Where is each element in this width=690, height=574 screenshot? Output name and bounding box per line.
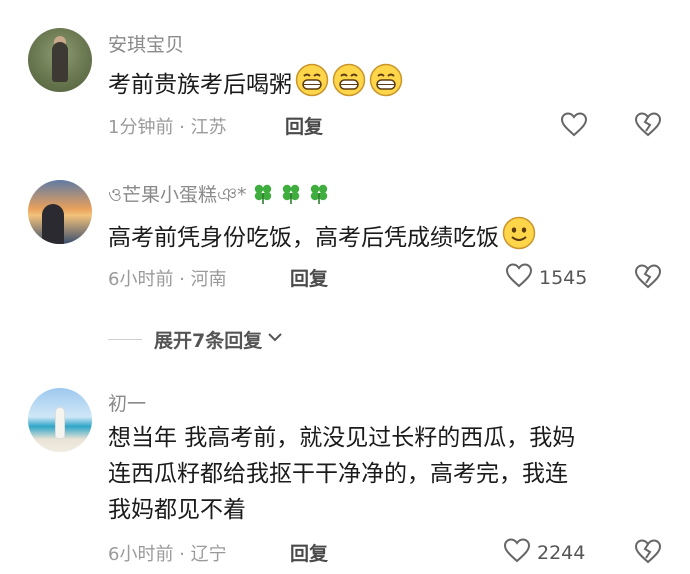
comment-text-line: 想当年 我高考前，就没见过长籽的西瓜，我妈 — [108, 425, 576, 451]
comment-username[interactable]: 初一 — [108, 389, 146, 416]
broken-heart-icon — [634, 539, 662, 568]
comment-username[interactable]: 安琪宝贝 — [108, 30, 184, 57]
like-count: 2244 — [537, 541, 586, 564]
comment-text: 考前贵族考后喝粥 — [108, 63, 403, 108]
grin-emoji-icon — [295, 63, 329, 108]
avatar[interactable] — [28, 388, 92, 452]
avatar[interactable] — [28, 180, 92, 244]
grin-emoji-icon — [369, 63, 403, 108]
comment-username[interactable]: ও芒果小蛋糕ঞ* — [108, 180, 331, 213]
clover-icon — [307, 181, 331, 210]
comment-time-location: 6小时前 · 河南 — [108, 269, 227, 290]
heart-outline-icon — [503, 537, 531, 568]
clover-icon — [279, 181, 303, 210]
comment-time-location: 6小时前 · 辽宁 — [108, 544, 227, 565]
divider — [108, 339, 142, 340]
expand-replies-label: 展开7条回复 — [154, 330, 263, 352]
dislike-button[interactable] — [634, 538, 662, 568]
heart-outline-icon — [505, 262, 533, 293]
heart-outline-icon — [560, 111, 588, 142]
comment-text: 高考前凭身份吃饭，高考后凭成绩吃饭 — [108, 216, 536, 261]
reply-button[interactable]: 回复 — [290, 264, 328, 291]
dislike-button[interactable] — [634, 263, 662, 293]
like-button[interactable]: 2244 — [503, 537, 585, 568]
comment-text-line: 我妈都见不着 — [108, 497, 246, 523]
reply-button[interactable]: 回复 — [290, 539, 328, 566]
avatar[interactable] — [28, 28, 92, 92]
like-count: 1545 — [539, 266, 588, 289]
like-button[interactable] — [560, 111, 594, 142]
dislike-button[interactable] — [634, 111, 662, 141]
clover-icon — [251, 181, 275, 210]
expand-replies-button[interactable]: 展开7条回复 — [108, 326, 284, 353]
chevron-down-icon — [266, 328, 284, 351]
grin-emoji-icon — [332, 63, 366, 108]
like-button[interactable]: 1545 — [505, 262, 587, 293]
comment-time-location: 1分钟前 · 江苏 — [108, 117, 227, 138]
smile-emoji-icon — [502, 216, 536, 261]
reply-button[interactable]: 回复 — [285, 112, 323, 139]
comment-text-line: 连西瓜籽都给我抠干干净净的，高考完，我连 — [108, 461, 568, 487]
broken-heart-icon — [634, 264, 662, 293]
broken-heart-icon — [634, 112, 662, 141]
